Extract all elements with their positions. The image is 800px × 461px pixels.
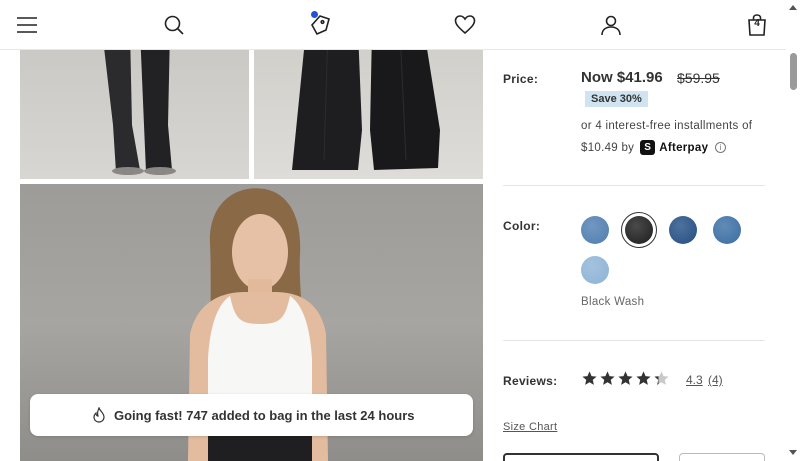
swatch-black-wash[interactable]: [625, 216, 653, 244]
price-label: Price:: [503, 72, 539, 86]
star-icon: [600, 371, 615, 385]
size-option[interactable]: [679, 453, 765, 461]
swatch-light-wash[interactable]: [581, 256, 609, 284]
star-icon: [654, 371, 669, 385]
review-count-link[interactable]: (4): [708, 373, 723, 387]
scroll-down-arrow[interactable]: [789, 450, 797, 455]
product-image-2[interactable]: [254, 30, 483, 179]
scroll-thumb[interactable]: [790, 53, 797, 90]
product-image-1[interactable]: [20, 30, 249, 179]
afterpay-brand: Afterpay: [659, 141, 709, 154]
original-price: $59.95: [677, 70, 720, 86]
bag-button[interactable]: 4: [744, 12, 770, 38]
swatch-medium-wash[interactable]: [581, 216, 609, 244]
info-icon[interactable]: i: [715, 142, 727, 153]
size-chart-link[interactable]: Size Chart: [503, 421, 557, 433]
color-label: Color:: [503, 219, 541, 233]
search-icon[interactable]: [161, 12, 187, 38]
star-rating[interactable]: [581, 370, 670, 387]
star-icon: [618, 371, 633, 385]
selected-color-name: Black Wash: [581, 296, 645, 308]
afterpay-logo-icon: S: [640, 140, 656, 155]
reviews-label: Reviews:: [503, 374, 558, 388]
installment-amount: $10.49 by: [581, 141, 635, 154]
page-scrollbar[interactable]: [786, 0, 800, 461]
size-option-selected[interactable]: [503, 453, 659, 461]
rating-value[interactable]: 4.3: [686, 373, 703, 387]
sale-price: Now $41.96: [581, 69, 663, 86]
divider: [503, 340, 765, 341]
afterpay-row: $10.49 by S Afterpay i: [581, 140, 727, 155]
swatch-dark-wash[interactable]: [669, 216, 697, 244]
installments-text: or 4 interest-free installments of: [581, 120, 753, 132]
notification-dot: [311, 11, 318, 18]
save-badge: Save 30%: [585, 91, 648, 107]
star-icon: [636, 371, 651, 385]
scroll-up-arrow[interactable]: [789, 5, 797, 10]
swatch-bright-wash[interactable]: [713, 216, 741, 244]
top-nav-bar: 4: [0, 0, 786, 50]
account-icon[interactable]: [598, 12, 624, 38]
bag-count: 4: [754, 18, 760, 29]
menu-icon[interactable]: [14, 12, 40, 38]
flame-icon: [93, 407, 105, 423]
heart-icon[interactable]: [452, 12, 478, 38]
star-icon: [582, 371, 597, 385]
divider: [503, 185, 765, 186]
going-fast-toast: Going fast! 747 added to bag in the last…: [30, 394, 473, 436]
toast-text: Going fast! 747 added to bag in the last…: [114, 407, 415, 423]
tag-icon[interactable]: [307, 11, 333, 38]
